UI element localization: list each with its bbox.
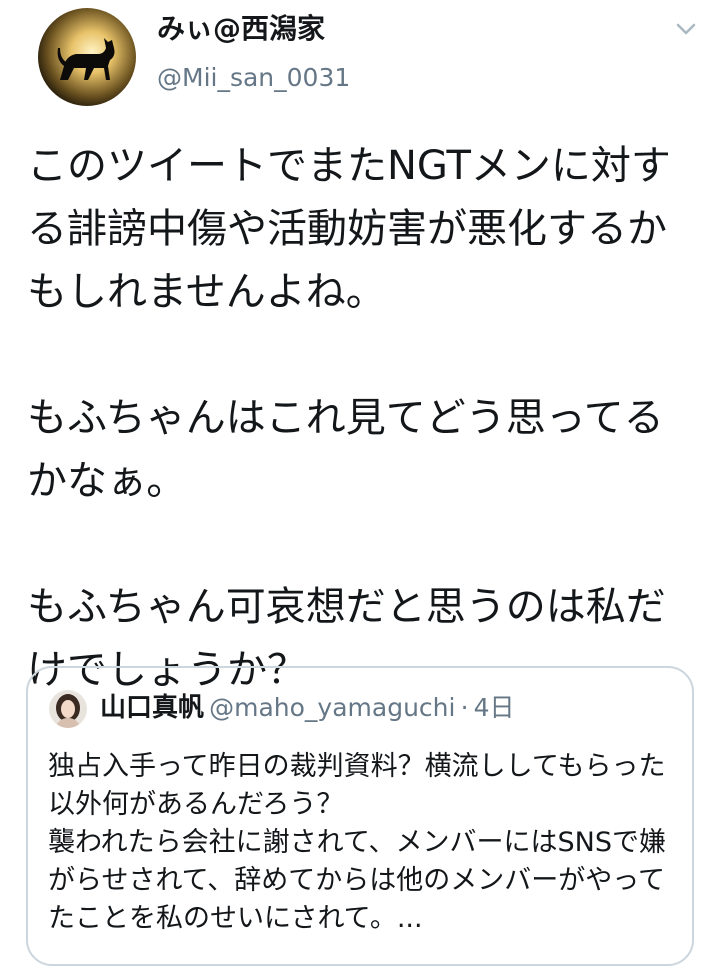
cat-silhouette-avatar-icon — [38, 8, 136, 106]
tweet-text: このツイートでまたNGTメンに対する誹謗中傷や活動妨害が悪化するかもしれませんよ… — [27, 143, 671, 693]
quoted-tweet-card[interactable]: 山口真帆 @maho_yamaguchi · 4日 独占入手って昨日の裁判資料？… — [26, 666, 694, 966]
author-display-name[interactable]: みぃ@西潟家 — [157, 12, 325, 46]
quoted-tweet-header: 山口真帆 @maho_yamaguchi · 4日 — [100, 690, 515, 729]
tweet-header: みぃ@西潟家 @Mii_san_0031 — [0, 0, 720, 120]
profile-photo-avatar-icon — [49, 690, 87, 728]
author-handle[interactable]: @Mii_san_0031 — [157, 62, 350, 94]
author-avatar[interactable] — [38, 8, 136, 106]
tweet-menu-button[interactable] — [672, 18, 700, 40]
quoted-author-handle: @maho_yamaguchi — [209, 693, 456, 722]
quoted-tweet-separator: · — [460, 693, 469, 722]
quoted-author-avatar — [49, 690, 87, 728]
quoted-author-display-name: 山口真帆 — [100, 693, 205, 723]
quoted-tweet-text: 独占入手って昨日の裁判資料？横流ししてもらった以外何があるんだろう？ 襲われたら… — [48, 751, 666, 934]
chevron-down-icon — [676, 23, 696, 35]
quoted-tweet-time: 4日 — [473, 693, 515, 722]
